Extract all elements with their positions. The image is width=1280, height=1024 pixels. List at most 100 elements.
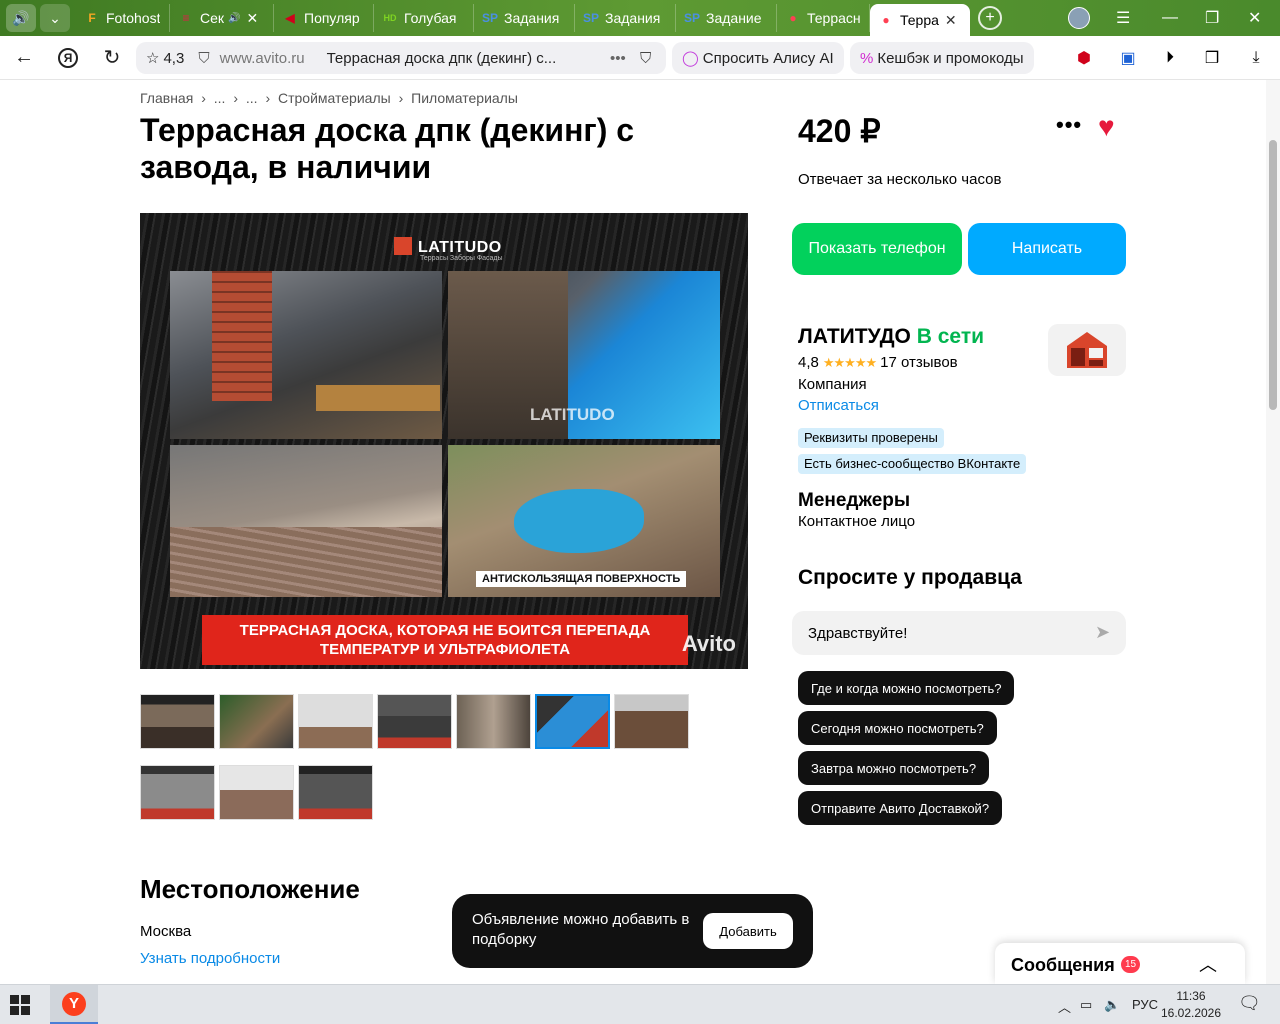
write-message-button[interactable]: Написать xyxy=(968,223,1126,275)
seller-logo[interactable] xyxy=(1048,324,1126,376)
thumbnail-9[interactable] xyxy=(219,765,294,820)
tab-8-active[interactable]: ● Терра ✕ xyxy=(870,4,970,36)
menu-icon[interactable]: ☰ xyxy=(1116,0,1130,36)
tab-list-chevron-icon[interactable]: ⌄ xyxy=(40,4,70,32)
back-arrow-icon[interactable]: ← xyxy=(4,38,44,78)
main-photo[interactable]: LATITUDO Террасы Заборы Фасады АНТИСКОЛЬ… xyxy=(140,213,748,669)
new-tab-plus-icon[interactable]: + xyxy=(978,6,1002,30)
shield-icon[interactable]: ⛉ xyxy=(198,50,209,67)
quick-question-tomorrow[interactable]: Завтра можно посмотреть? xyxy=(798,751,990,785)
thumbnail-8[interactable] xyxy=(140,765,215,820)
seller-type: Компания xyxy=(798,376,867,393)
breadcrumb-ellipsis[interactable]: ... xyxy=(214,90,226,106)
close-window-icon[interactable]: ✕ xyxy=(1248,0,1261,36)
cashback-button[interactable]: % Кешбэк и промокоды xyxy=(850,42,1034,74)
breadcrumb-separator: › xyxy=(201,90,206,106)
tab-4[interactable]: SP Задания xyxy=(474,4,575,32)
thumbnail-3[interactable] xyxy=(298,694,373,749)
tab-7[interactable]: ● Террасна xyxy=(777,4,870,32)
breadcrumb-lumber[interactable]: Пиломатериалы xyxy=(411,90,518,106)
download-icon[interactable]: ⤓ xyxy=(1244,46,1268,70)
omnibox[interactable]: ☆ 4,3 ⛉ www.avito.ru Террасная доска дпк… xyxy=(136,42,666,74)
reviews-count[interactable]: 17 отзывов xyxy=(880,354,958,371)
more-dots-icon[interactable]: ••• xyxy=(610,50,626,67)
quick-question-delivery[interactable]: Отправите Авито Доставкой? xyxy=(798,791,1003,825)
profile-avatar-icon[interactable] xyxy=(1068,0,1090,36)
site-rating[interactable]: 4,3 xyxy=(163,50,184,67)
extension-shield-icon[interactable]: ⬢ xyxy=(1072,46,1096,70)
messages-title: Сообщения xyxy=(1011,955,1115,975)
thumbnail-7[interactable] xyxy=(614,694,689,749)
thumbnail-4[interactable] xyxy=(377,694,452,749)
more-options-icon[interactable]: ••• xyxy=(1056,112,1082,138)
tab-title: Голубая xyxy=(404,10,457,26)
tab-title: Терра xyxy=(900,12,939,28)
yandex-logo-icon[interactable]: Я xyxy=(48,38,88,78)
star-icon: ☆ xyxy=(146,50,160,67)
unsubscribe-link[interactable]: Отписаться xyxy=(798,397,879,414)
ask-seller-input[interactable] xyxy=(792,611,1126,655)
tab-1[interactable]: ≡ Сек 🔊 ✕ xyxy=(170,4,274,32)
scrollbar-thumb[interactable] xyxy=(1269,140,1277,410)
restore-icon[interactable]: ❐ xyxy=(1205,0,1219,36)
page-title-text[interactable]: Террасная доска дпк (декинг) с... xyxy=(327,50,557,67)
send-arrow-icon[interactable]: ➤ xyxy=(1095,622,1110,643)
bookmark-icon[interactable]: ⛉ xyxy=(640,50,651,67)
tab-6[interactable]: SP Задание xyxy=(676,4,777,32)
extension-translate-icon[interactable]: ▣ xyxy=(1116,46,1140,70)
avito-icon: ● xyxy=(882,13,890,27)
reload-icon[interactable]: ↻ xyxy=(92,38,132,78)
close-icon[interactable]: ✕ xyxy=(246,10,258,27)
show-phone-button[interactable]: Показать телефон xyxy=(792,223,962,275)
windows-start-icon[interactable] xyxy=(10,995,30,1015)
taskbar-yandex-browser[interactable]: Y xyxy=(50,985,98,1024)
network-icon[interactable]: ▭ xyxy=(1080,997,1092,1013)
media-play-icon[interactable]: ⏵ xyxy=(1158,46,1182,70)
managers-heading: Менеджеры xyxy=(798,490,911,511)
tab-title: Задания xyxy=(504,10,560,26)
favorite-heart-icon[interactable]: ♥ xyxy=(1098,111,1115,143)
chevron-up-icon[interactable]: ︿ xyxy=(1199,951,1217,977)
rating-value: 4,8 xyxy=(798,354,819,371)
collections-icon[interactable]: ❒ xyxy=(1200,46,1224,70)
thumbnail-5[interactable] xyxy=(456,694,531,749)
breadcrumb-separator: › xyxy=(398,90,404,106)
breadcrumb-home[interactable]: Главная xyxy=(140,90,193,106)
add-to-collection-button[interactable]: Добавить xyxy=(703,913,793,949)
location-details-link[interactable]: Узнать подробности xyxy=(140,950,280,967)
close-icon[interactable]: ✕ xyxy=(945,12,957,29)
messages-widget[interactable]: Сообщения 15 ︿ xyxy=(995,943,1245,984)
url-text[interactable]: www.avito.ru xyxy=(220,50,305,67)
notifications-icon[interactable]: 🗨 xyxy=(1238,993,1261,1014)
tab-2[interactable]: ◀ Популяр xyxy=(274,4,374,32)
minimize-icon[interactable]: — xyxy=(1162,0,1178,36)
breadcrumb-building-materials[interactable]: Стройматериалы xyxy=(278,90,391,106)
response-time: Отвечает за несколько часов xyxy=(798,171,1002,188)
tab-audio-icon[interactable]: 🔊 xyxy=(6,4,36,32)
page-scrollbar[interactable] xyxy=(1266,80,1280,984)
volume-icon[interactable]: 🔈 xyxy=(1104,997,1120,1013)
seller-rating[interactable]: 4,8 ★★★★★ 17 отзывов xyxy=(798,354,958,371)
thumbnail-10[interactable] xyxy=(298,765,373,820)
tray-chevron-up-icon[interactable]: ︿ xyxy=(1058,997,1071,1016)
percent-icon: % xyxy=(860,49,874,67)
photo-terrace-brick xyxy=(170,271,442,439)
thumbnail-1[interactable] xyxy=(140,694,215,749)
thumbnail-6-selected[interactable] xyxy=(535,694,610,749)
seller-name-text[interactable]: ЛАТИТУДО xyxy=(798,325,911,348)
input-language[interactable]: РУС xyxy=(1132,997,1158,1012)
alice-button[interactable]: ◯ Спросить Алису AI xyxy=(672,42,844,74)
tab-title: Сек xyxy=(200,10,225,26)
quick-question-today[interactable]: Сегодня можно посмотреть? xyxy=(798,711,997,745)
taskbar-clock[interactable]: 11:36 16.02.2026 xyxy=(1160,988,1222,1022)
thumbnail-2[interactable] xyxy=(219,694,294,749)
tab-3[interactable]: HD Голубая xyxy=(374,4,474,32)
latitudo-watermark: LATITUDO xyxy=(530,405,615,424)
breadcrumb-ellipsis[interactable]: ... xyxy=(246,90,258,106)
quick-question-where-when[interactable]: Где и когда можно посмотреть? xyxy=(798,671,1015,705)
tab-0[interactable]: F Fotohost xyxy=(76,4,170,32)
tab-5[interactable]: SP Задания xyxy=(575,4,676,32)
sp-icon: SP xyxy=(684,11,701,25)
seller-name[interactable]: ЛАТИТУДО В сети xyxy=(798,325,984,349)
listing-title: Террасная доска дпк (декинг) с завода, в… xyxy=(140,112,635,185)
